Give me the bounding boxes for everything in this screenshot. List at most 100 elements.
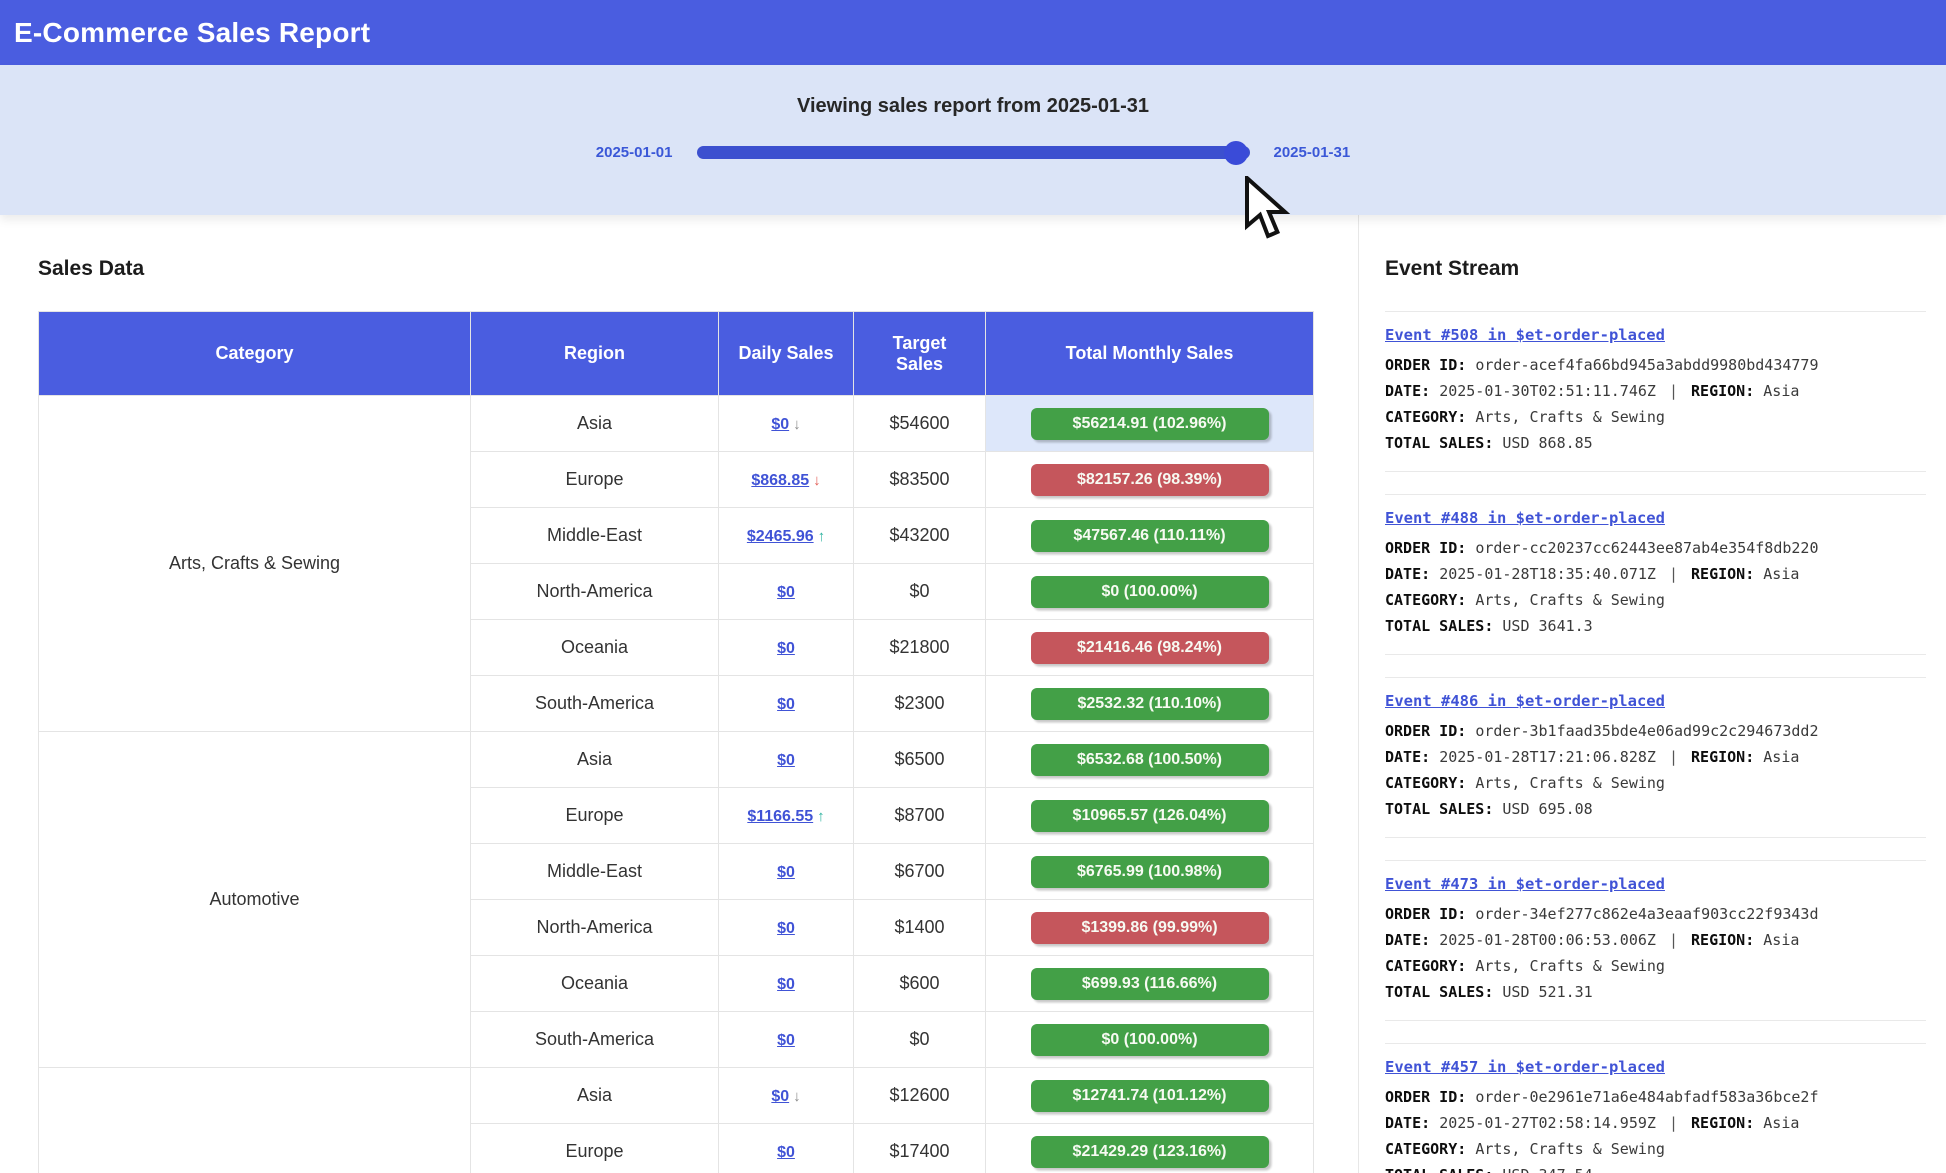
event-date-region-line: DATE: 2025-01-27T02:58:14.959Z | REGION:… <box>1385 1110 1926 1136</box>
trend-up-icon: ↑ <box>818 528 826 545</box>
event-date-region-line: DATE: 2025-01-28T18:35:40.071Z | REGION:… <box>1385 561 1926 587</box>
separator: | <box>1656 1114 1691 1132</box>
category-value: Arts, Crafts & Sewing <box>1475 957 1665 975</box>
daily-sales-link[interactable]: $0 <box>771 1088 789 1105</box>
date-slider-track[interactable] <box>697 146 1250 159</box>
total-sales-badge: $0 (100.00%) <box>1031 1024 1269 1056</box>
daily-sales-link[interactable]: $0 <box>777 752 795 769</box>
daily-sales-cell: $2465.96↑ <box>719 508 854 564</box>
target-sales-cell: $43200 <box>854 508 986 564</box>
page-title: E-Commerce Sales Report <box>14 17 370 49</box>
category-value: Arts, Crafts & Sewing <box>1475 591 1665 609</box>
daily-sales-link[interactable]: $0 <box>777 584 795 601</box>
event-total-sales-line: TOTAL SALES: USD 521.31 <box>1385 979 1926 1005</box>
target-sales-cell: $8700 <box>854 788 986 844</box>
daily-sales-link[interactable]: $0 <box>777 920 795 937</box>
daily-sales-link[interactable]: $0 <box>777 640 795 657</box>
target-sales-cell: $2300 <box>854 676 986 732</box>
date-label: DATE: <box>1385 748 1430 766</box>
total-sales-label: TOTAL SALES: <box>1385 617 1493 635</box>
total-monthly-sales-cell: $12741.74 (101.12%) <box>986 1068 1314 1124</box>
total-sales-value: USD 3641.3 <box>1502 617 1592 635</box>
order-id-value: order-3b1faad35bde4e06ad99c2c294673dd2 <box>1475 722 1818 740</box>
event-category-line: CATEGORY: Arts, Crafts & Sewing <box>1385 953 1926 979</box>
daily-sales-link[interactable]: $0 <box>777 1032 795 1049</box>
event-entry: Event #488 in $et-order-placed ORDER ID: … <box>1385 494 1926 655</box>
category-label: CATEGORY: <box>1385 408 1466 426</box>
event-link[interactable]: Event #473 in $et-order-placed <box>1385 875 1665 893</box>
daily-sales-link[interactable]: $0 <box>777 864 795 881</box>
target-sales-cell: $6500 <box>854 732 986 788</box>
table-header-row: Category Region Daily Sales Target Sales… <box>39 312 1314 396</box>
event-link[interactable]: Event #457 in $et-order-placed <box>1385 1058 1665 1076</box>
region-cell: Asia <box>471 732 719 788</box>
total-sales-badge: $1399.86 (99.99%) <box>1031 912 1269 944</box>
target-sales-cell: $54600 <box>854 396 986 452</box>
order-id-label: ORDER ID: <box>1385 905 1466 923</box>
event-category-line: CATEGORY: Arts, Crafts & Sewing <box>1385 404 1926 430</box>
event-link[interactable]: Event #486 in $et-order-placed <box>1385 692 1665 710</box>
slider-min-label: 2025-01-01 <box>596 144 673 161</box>
date-slider-handle[interactable] <box>1224 141 1248 165</box>
category-label: CATEGORY: <box>1385 1140 1466 1158</box>
target-sales-cell: $83500 <box>854 452 986 508</box>
region-label: REGION: <box>1691 931 1754 949</box>
sales-data-panel: Sales Data Category Region Daily Sales T… <box>0 215 1358 1173</box>
separator: | <box>1656 382 1691 400</box>
event-order-id-line: ORDER ID: order-acef4fa66bd945a3abdd9980… <box>1385 352 1926 378</box>
category-cell: Automotive <box>39 732 471 1068</box>
target-sales-cell: $6700 <box>854 844 986 900</box>
region-cell: Oceania <box>471 956 719 1012</box>
order-id-value: order-acef4fa66bd945a3abdd9980bd434779 <box>1475 356 1818 374</box>
region-value: Asia <box>1763 931 1799 949</box>
order-id-label: ORDER ID: <box>1385 539 1466 557</box>
daily-sales-link[interactable]: $0 <box>777 1144 795 1161</box>
date-value: 2025-01-28T00:06:53.006Z <box>1439 931 1656 949</box>
daily-sales-link[interactable]: $2465.96 <box>747 528 814 545</box>
total-sales-badge: $6765.99 (100.98%) <box>1031 856 1269 888</box>
slider-caption: Viewing sales report from 2025-01-31 <box>0 65 1946 118</box>
event-order-id-line: ORDER ID: order-cc20237cc62443ee87ab4e35… <box>1385 535 1926 561</box>
daily-sales-link[interactable]: $0 <box>777 696 795 713</box>
date-label: DATE: <box>1385 382 1430 400</box>
date-value: 2025-01-27T02:58:14.959Z <box>1439 1114 1656 1132</box>
region-cell: South-America <box>471 676 719 732</box>
event-link[interactable]: Event #488 in $et-order-placed <box>1385 509 1665 527</box>
total-sales-badge: $82157.26 (98.39%) <box>1031 464 1269 496</box>
total-monthly-sales-cell: $21429.29 (123.16%) <box>986 1124 1314 1173</box>
event-date-region-line: DATE: 2025-01-28T17:21:06.828Z | REGION:… <box>1385 744 1926 770</box>
date-value: 2025-01-28T18:35:40.071Z <box>1439 565 1656 583</box>
daily-sales-cell: $0 <box>719 620 854 676</box>
total-monthly-sales-cell: $1399.86 (99.99%) <box>986 900 1314 956</box>
event-total-sales-line: TOTAL SALES: USD 695.08 <box>1385 796 1926 822</box>
date-slider-section: Viewing sales report from 2025-01-31 202… <box>0 65 1946 215</box>
daily-sales-link[interactable]: $868.85 <box>751 472 809 489</box>
daily-sales-cell: $0 <box>719 732 854 788</box>
date-label: DATE: <box>1385 565 1430 583</box>
target-sales-cell: $0 <box>854 1012 986 1068</box>
daily-sales-cell: $0↓ <box>719 1068 854 1124</box>
total-monthly-sales-cell: $0 (100.00%) <box>986 1012 1314 1068</box>
total-monthly-sales-cell: $2532.32 (110.10%) <box>986 676 1314 732</box>
total-sales-badge: $699.93 (116.66%) <box>1031 968 1269 1000</box>
daily-sales-link[interactable]: $0 <box>771 416 789 433</box>
region-label: REGION: <box>1691 748 1754 766</box>
target-sales-cell: $12600 <box>854 1068 986 1124</box>
category-value: Arts, Crafts & Sewing <box>1475 1140 1665 1158</box>
event-total-sales-line: TOTAL SALES: USD 3641.3 <box>1385 613 1926 639</box>
date-value: 2025-01-30T02:51:11.746Z <box>1439 382 1656 400</box>
date-value: 2025-01-28T17:21:06.828Z <box>1439 748 1656 766</box>
daily-sales-link[interactable]: $0 <box>777 976 795 993</box>
event-link[interactable]: Event #508 in $et-order-placed <box>1385 326 1665 344</box>
region-cell: Europe <box>471 452 719 508</box>
region-value: Asia <box>1763 1114 1799 1132</box>
daily-sales-cell: $868.85↓ <box>719 452 854 508</box>
col-header-target-sales: Target Sales <box>854 312 986 396</box>
daily-sales-link[interactable]: $1166.55 <box>747 808 813 825</box>
total-monthly-sales-cell: $6765.99 (100.98%) <box>986 844 1314 900</box>
category-label: CATEGORY: <box>1385 774 1466 792</box>
total-sales-label: TOTAL SALES: <box>1385 434 1493 452</box>
region-label: REGION: <box>1691 1114 1754 1132</box>
region-cell: North-America <box>471 564 719 620</box>
target-sales-cell: $1400 <box>854 900 986 956</box>
